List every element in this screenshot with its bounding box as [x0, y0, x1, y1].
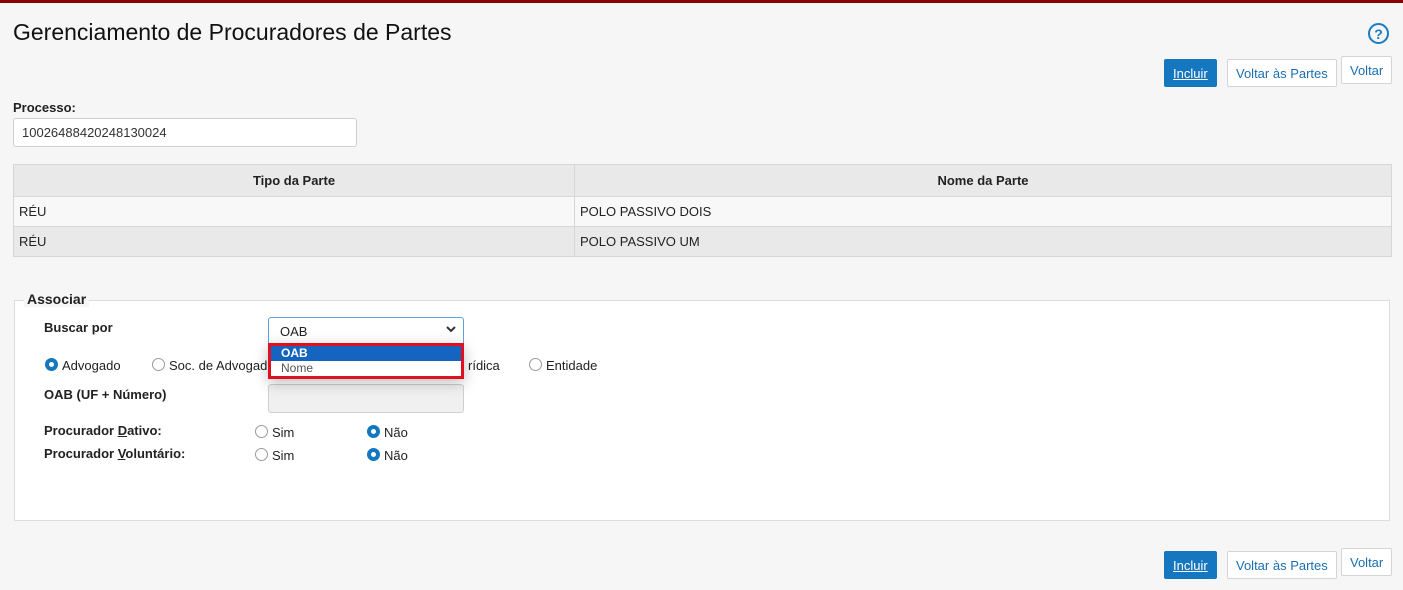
radio-entidade[interactable] — [529, 358, 542, 371]
voluntario-sim-radio[interactable] — [255, 448, 268, 461]
buscar-por-label: Buscar por — [44, 320, 113, 335]
radio-advogado[interactable] — [45, 358, 58, 371]
processo-field[interactable]: 10026488420248130024 — [13, 118, 357, 147]
dativo-label: Procurador Dativo: — [44, 423, 162, 438]
dativo-nao-radio[interactable] — [367, 425, 380, 438]
incluir-label: Incluir — [1173, 558, 1208, 573]
buscar-por-select[interactable]: OAB — [268, 317, 464, 346]
oab-input[interactable] — [268, 384, 464, 413]
voluntario-nao-radio[interactable] — [367, 448, 380, 461]
cell-tipo: RÉU — [13, 226, 575, 257]
voluntario-sim-label: Sim — [272, 448, 295, 463]
radio-soc-advogados-label: Soc. de Advogad — [169, 358, 268, 373]
col-tipo-parte: Tipo da Parte — [13, 164, 575, 197]
processo-label: Processo: — [13, 100, 76, 115]
voltar-partes-button-bottom[interactable]: Voltar às Partes — [1227, 551, 1337, 579]
radio-advogado-label: Advogado — [62, 358, 121, 373]
voltar-button[interactable]: Voltar — [1341, 56, 1393, 84]
help-icon[interactable]: ? — [1368, 23, 1389, 44]
incluir-button-bottom[interactable]: Incluir — [1164, 551, 1217, 579]
dropdown-option-oab[interactable]: OAB — [271, 346, 461, 361]
oab-label: OAB (UF + Número) — [44, 387, 167, 402]
buscar-por-dropdown: OAB Nome — [268, 343, 464, 379]
voltar-partes-button[interactable]: Voltar às Partes — [1227, 59, 1337, 87]
associar-fieldset — [14, 300, 1390, 521]
dativo-sim-label: Sim — [272, 425, 295, 440]
voluntario-label: Procurador Voluntário: — [44, 446, 186, 461]
cell-nome: POLO PASSIVO UM — [574, 226, 1392, 257]
dropdown-option-nome[interactable]: Nome — [271, 361, 461, 376]
table-row[interactable]: RÉU POLO PASSIVO DOIS — [13, 196, 1392, 227]
chevron-down-icon — [445, 322, 457, 338]
dativo-sim-radio[interactable] — [255, 425, 268, 438]
radio-entidade-label: Entidade — [546, 358, 598, 373]
partes-table: Tipo da Parte Nome da Parte RÉU POLO PAS… — [13, 164, 1392, 257]
top-bar — [0, 0, 1403, 3]
col-nome-parte: Nome da Parte — [574, 164, 1392, 197]
radio-soc-advogados[interactable] — [152, 358, 165, 371]
voluntario-nao-label: Não — [384, 448, 408, 463]
incluir-button[interactable]: Incluir — [1164, 59, 1217, 87]
cell-nome: POLO PASSIVO DOIS — [574, 196, 1392, 227]
page-title: Gerenciamento de Procuradores de Partes — [13, 19, 452, 45]
cell-tipo: RÉU — [13, 196, 575, 227]
incluir-label: Incluir — [1173, 66, 1208, 81]
radio-pessoa-juridica-label: rídica — [468, 358, 500, 373]
table-row[interactable]: RÉU POLO PASSIVO UM — [13, 226, 1392, 257]
voltar-button-bottom[interactable]: Voltar — [1341, 548, 1393, 576]
dativo-nao-label: Não — [384, 425, 408, 440]
associar-legend: Associar — [24, 291, 90, 307]
